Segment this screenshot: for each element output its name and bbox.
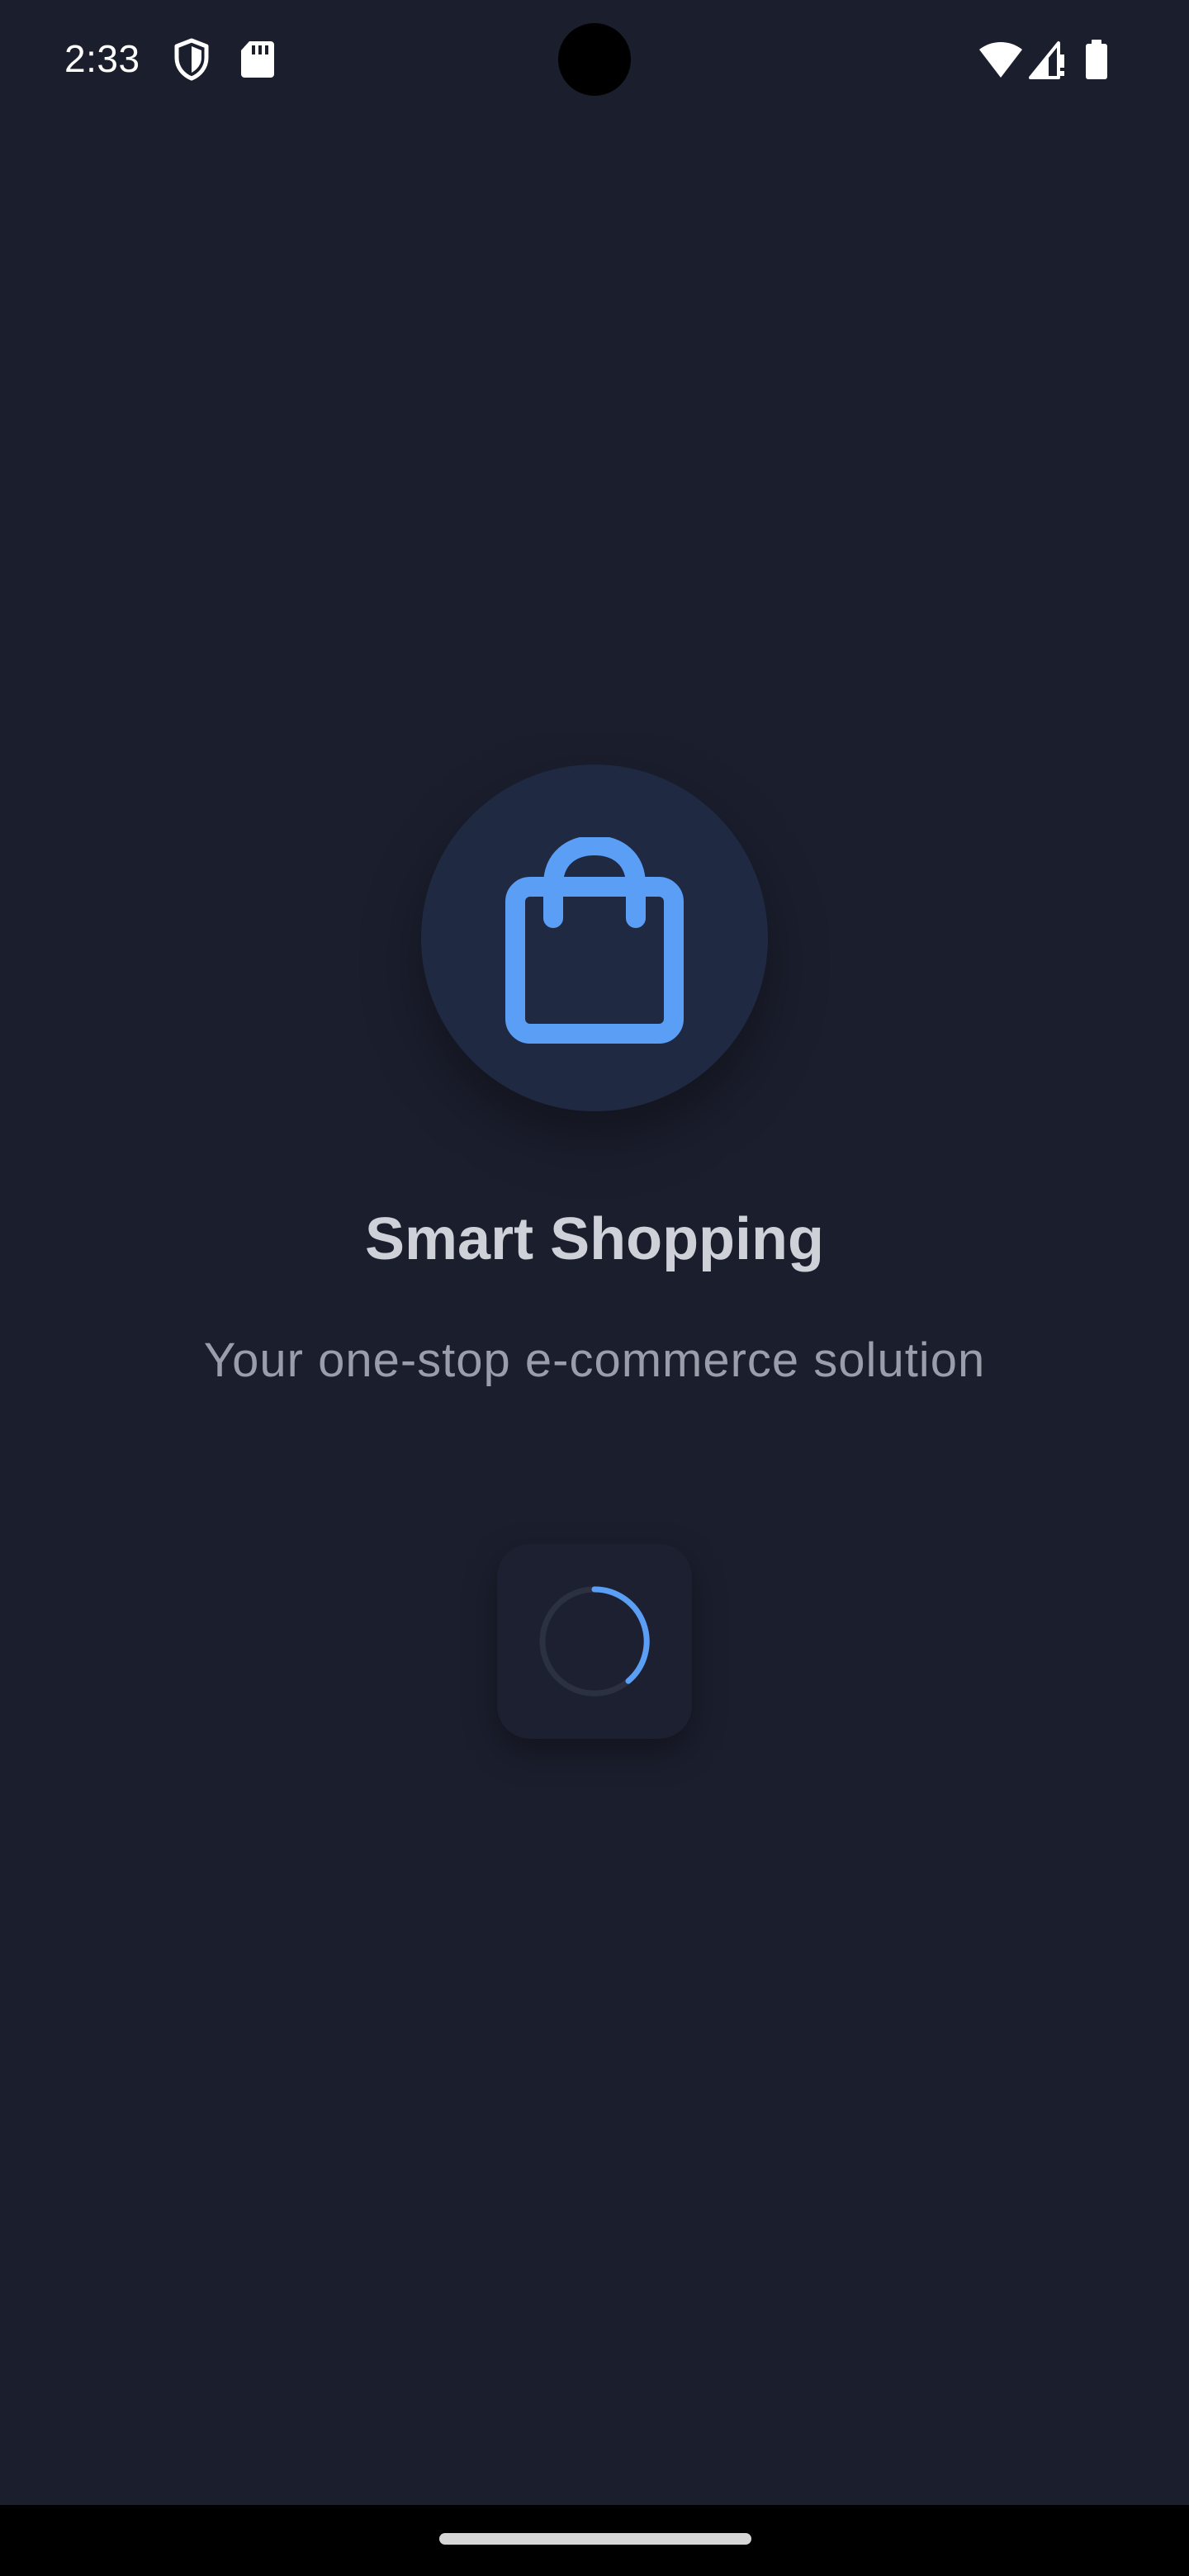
loading-card bbox=[497, 1544, 692, 1739]
app-tagline: Your one-stop e-commerce solution bbox=[203, 1333, 986, 1387]
app-title: Smart Shopping bbox=[365, 1206, 824, 1272]
wifi-icon bbox=[979, 42, 1022, 78]
signal-icon bbox=[1029, 41, 1064, 79]
loading-spinner-icon bbox=[539, 1586, 650, 1697]
shopping-bag-icon bbox=[505, 837, 684, 1044]
camera-cutout bbox=[558, 23, 631, 96]
battery-icon bbox=[1086, 40, 1107, 79]
splash-screen: 2:33 Smart Shopping Your one-stop e-comm… bbox=[0, 0, 1189, 2576]
status-bar: 2:33 bbox=[0, 0, 1189, 119]
sd-card-icon bbox=[241, 41, 274, 78]
shield-icon bbox=[174, 38, 209, 81]
home-indicator[interactable] bbox=[439, 2533, 751, 2545]
status-time: 2:33 bbox=[64, 37, 140, 80]
